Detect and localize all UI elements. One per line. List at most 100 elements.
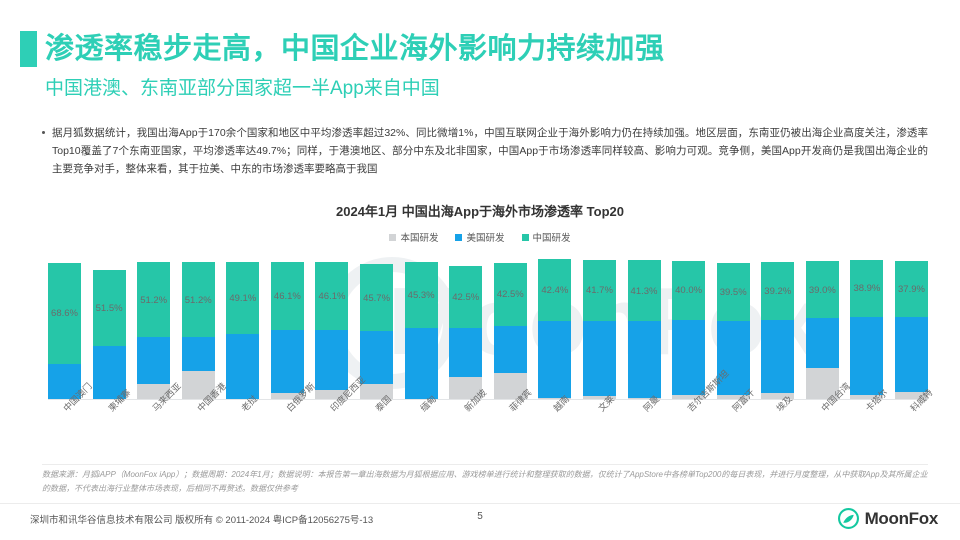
chart-bar[interactable]: 51.5% [92, 252, 126, 399]
bar-segment-us [805, 318, 839, 369]
bar-value-label: 39.0% [808, 284, 836, 296]
bar-value-label: 46.1% [318, 291, 346, 303]
x-tick-slot: 泰国 [360, 394, 393, 461]
bar-value-label: 42.5% [496, 289, 524, 301]
bar-segment-us [449, 328, 483, 377]
legend-label: 中国研发 [532, 233, 571, 244]
bar-value-label: 51.5% [95, 303, 123, 315]
x-tick-slot: 老挝 [226, 394, 260, 461]
bar-segment-us [761, 319, 795, 394]
summary-bullet: 据月狐数据统计，我国出海App于170余个国家和地区中平均渗透率超过32%、同比… [42, 124, 928, 178]
bar-segment-us [226, 334, 260, 399]
chart-bar[interactable]: 41.3% [627, 252, 661, 399]
chart-footnote: 数据来源：月狐iAPP（MoonFox iApp）；数据周期：2024年1月；数… [42, 470, 928, 494]
page-number: 5 [477, 511, 483, 522]
x-tick-slot: 中国台湾 [806, 381, 852, 461]
x-tick-slot: 马来西亚 [137, 381, 184, 461]
x-tick-slot: 新加坡 [449, 387, 489, 461]
footer-divider [0, 503, 960, 504]
bar-segment-us [270, 329, 304, 394]
bar-segment-us [181, 337, 215, 372]
x-tick-slot: 菲律宾 [494, 387, 533, 461]
chart-bar[interactable]: 46.1% [315, 252, 349, 399]
bar-value-label: 42.5% [452, 292, 480, 304]
bar-segment-us [360, 331, 394, 385]
slide-header: 渗透率稳步走高，中国企业海外影响力持续加强 中国港澳、东南亚部分国家超一半App… [0, 26, 960, 111]
x-tick-slot: 越南 [538, 394, 572, 461]
x-tick-slot: 文莱 [583, 394, 616, 461]
bar-value-label: 38.9% [853, 283, 881, 295]
page-title: 渗透率稳步走高，中国企业海外影响力持续加强 [45, 33, 665, 65]
bar-segment-us [894, 316, 928, 392]
chart-bar[interactable]: 45.7% [360, 252, 394, 399]
bar-segment-us [493, 325, 527, 373]
bar-value-label: 41.3% [630, 285, 658, 297]
bar-value-label: 51.2% [184, 294, 212, 306]
bar-value-label: 68.6% [51, 308, 78, 320]
x-tick-slot: 中国香港 [182, 381, 228, 461]
bar-segment-us [672, 319, 706, 395]
chart-bar[interactable]: 39.0% [805, 252, 839, 399]
title-accent-bar [20, 31, 37, 67]
chart-bar[interactable]: 42.5% [449, 252, 483, 399]
chart-x-axis [48, 399, 928, 400]
legend-item[interactable]: 本国研发 [389, 230, 438, 244]
legend-item[interactable]: 美国研发 [455, 230, 505, 244]
bar-value-label: 45.7% [363, 292, 391, 304]
chart-bar[interactable]: 41.7% [582, 252, 616, 399]
chart-bar[interactable]: 38.9% [850, 252, 884, 399]
bar-segment-us [627, 321, 661, 398]
chart-bar[interactable]: 51.2% [137, 252, 171, 399]
chart-bar[interactable]: 49.1% [226, 252, 260, 399]
x-tick-slot: 柬埔寨 [93, 387, 132, 461]
x-tick-slot: 吉尔吉斯斯坦 [672, 368, 731, 461]
bar-value-label: 46.1% [273, 291, 301, 303]
bar-value-label: 39.5% [719, 287, 747, 299]
bar-value-label: 40.0% [675, 285, 703, 297]
chart-bar[interactable]: 40.0% [672, 252, 706, 399]
x-tick-slot: 埃及 [761, 394, 795, 461]
chart-legend: 本国研发 美国研发 中国研发 [0, 230, 960, 244]
bar-value-label: 37.9% [898, 283, 925, 295]
bar-value-label: 39.2% [764, 285, 792, 297]
bar-segment-us [137, 337, 171, 385]
x-tick-slot: 阿曼 [628, 394, 661, 461]
legend-label: 本国研发 [400, 233, 439, 244]
moonfox-logo: MoonFox [837, 508, 939, 529]
chart-x-tick-labels: 中国澳门 柬埔寨 马来西亚 中国香港 老挝 白俄罗斯 印度尼西亚 泰国 缅甸 新加坡 菲律宾 越南 文莱… [48, 368, 934, 461]
moonfox-logo-text: MoonFox [864, 508, 939, 528]
x-tick-slot: 印度尼西亚 [315, 375, 368, 461]
legend-swatch-icon [389, 233, 397, 241]
chart-bar[interactable]: 51.2% [181, 252, 215, 399]
bar-segment-us [404, 328, 438, 399]
summary-text: 据月狐数据统计，我国出海App于170余个国家和地区中平均渗透率超过32%、同比… [52, 127, 928, 176]
x-tick-slot: 缅甸 [405, 394, 438, 461]
chart-bar[interactable]: 39.2% [761, 252, 795, 399]
x-tick-slot: 卡塔尔 [850, 387, 890, 461]
legend-swatch-icon [455, 233, 463, 241]
bar-segment-us [850, 316, 884, 395]
chart-bar[interactable]: 37.9% [894, 252, 928, 399]
penetration-chart: 2024年1月 中国出海App于海外市场渗透率 Top20 本国研发 美国研发 中国… [0, 196, 960, 466]
bar-segment-us [538, 321, 572, 398]
legend-swatch-icon [521, 233, 529, 241]
x-tick-slot: 中国澳门 [48, 381, 94, 461]
bullet-dot-icon [42, 131, 45, 134]
bar-value-label: 41.7% [585, 285, 613, 297]
bar-segment-us [315, 329, 349, 391]
bar-segment-us [582, 321, 616, 397]
x-tick-slot: 科威特 [895, 387, 934, 461]
legend-label: 美国研发 [466, 233, 505, 244]
legend-item[interactable]: 中国研发 [521, 230, 571, 244]
chart-bar[interactable]: 46.1% [270, 252, 304, 399]
chart-plot-area: 68.6% 51.5% 51.2% 51.2% 49.1% 46.1% 46.1% 45.7%… [48, 252, 928, 399]
page-subtitle: 中国港澳、东南亚部分国家超一半App来自中国 [45, 78, 440, 99]
moonfox-mark-icon [837, 508, 859, 529]
chart-bar[interactable]: 45.3% [404, 252, 438, 399]
chart-bar[interactable]: 42.5% [493, 252, 527, 399]
bar-value-label: 42.4% [541, 284, 569, 296]
bar-value-label: 51.2% [140, 294, 168, 306]
chart-bar[interactable]: 42.4% [538, 252, 572, 399]
chart-bar[interactable]: 68.6% [48, 252, 81, 399]
footnote-divider [42, 464, 928, 465]
